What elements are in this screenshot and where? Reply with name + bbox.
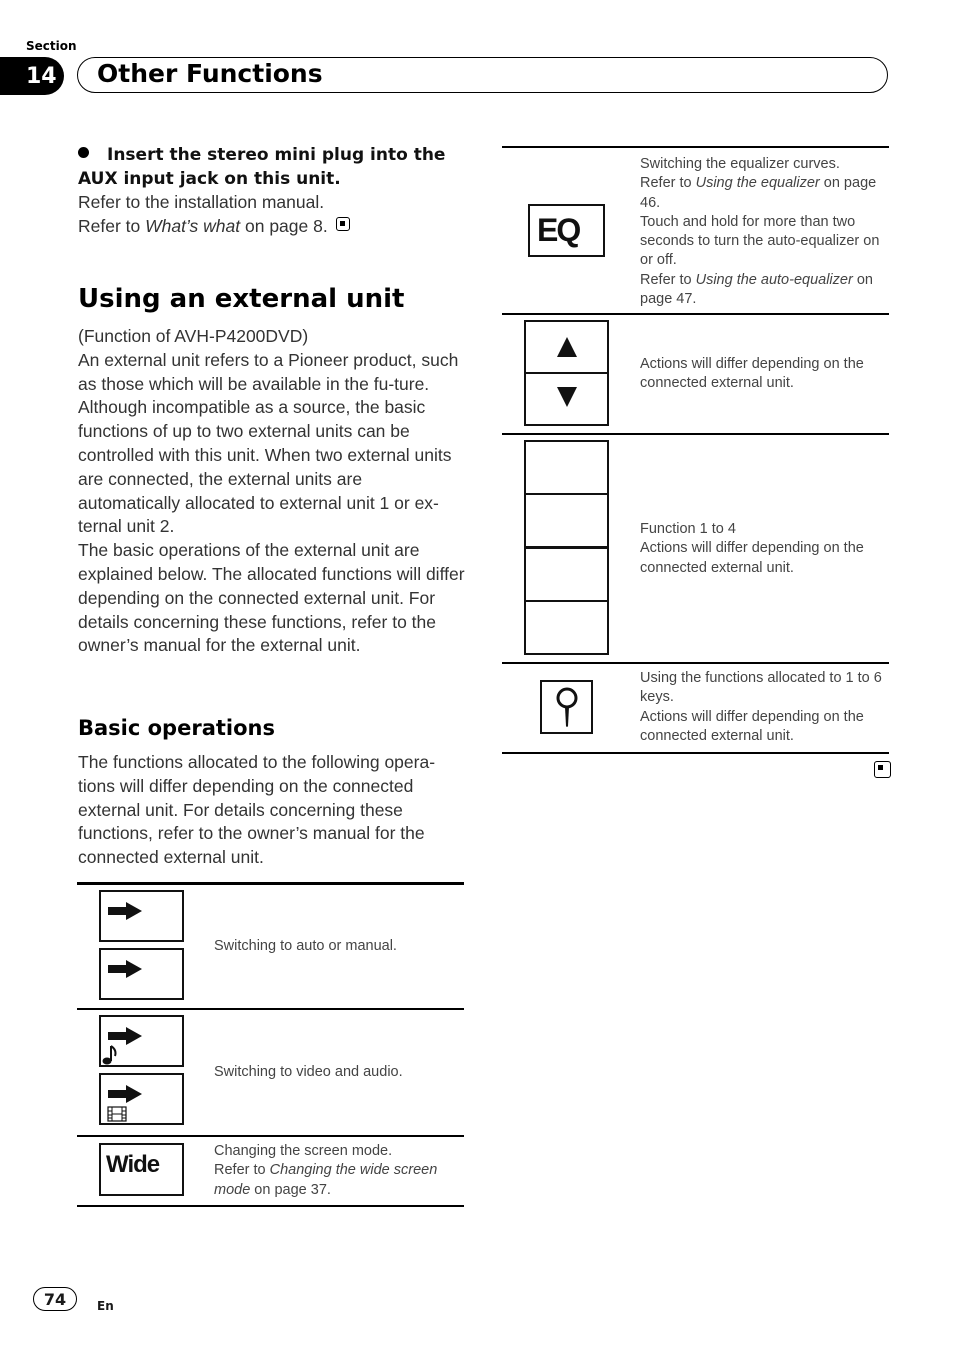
paragraph-2: The basic operations of the external uni… [78, 540, 465, 656]
left-operations-table: Switching to auto or manual. Switching t… [77, 882, 464, 1207]
intro-notes: Refer to the installation manual. Refer … [78, 191, 468, 239]
section-body: (Function of AVH-P4200DVD) An external u… [78, 325, 468, 658]
arrow-right-icon [108, 1027, 142, 1045]
paragraph-1: An external unit refers to a Pioneer pro… [78, 349, 459, 537]
row-description: Function 1 to 4 Actions will differ depe… [640, 521, 864, 576]
table-row: Switching to video and audio. [77, 1010, 464, 1137]
end-mark-icon [335, 216, 350, 231]
triangle-down-icon [557, 387, 577, 407]
auto-key[interactable] [99, 890, 184, 942]
page-number: 74 [33, 1287, 77, 1311]
function-2-key[interactable] [524, 493, 609, 548]
bullet-instruction: Insert the stereo mini plug into the AUX… [78, 143, 468, 191]
subsection-heading: Basic operations [78, 716, 275, 740]
eq-key-label: EQ [537, 212, 581, 248]
row-description: Using the functions allocated to 1 to 6 … [640, 670, 882, 744]
equalizer-reference[interactable]: Using the equalizer [696, 175, 820, 191]
table-row: Switching to auto or manual. [77, 885, 464, 1010]
function-4-key[interactable] [524, 600, 609, 655]
section-title: Other Functions [97, 59, 323, 88]
section-heading: Using an external unit [78, 284, 405, 314]
eq-key[interactable]: EQ [528, 204, 605, 257]
table-row: EQ Switching the equalizer curves. Refer… [502, 148, 889, 315]
table-row: Actions will differ depending on the con… [502, 315, 889, 435]
music-note-icon [102, 1045, 117, 1065]
row-description: Changing the screen mode. Refer to Chang… [214, 1143, 438, 1198]
row-description: Switching to auto or manual. [214, 938, 397, 954]
auto-equalizer-reference[interactable]: Using the auto-equalizer [696, 272, 853, 288]
down-key[interactable] [524, 372, 609, 426]
function-1-key[interactable] [524, 440, 609, 495]
video-key[interactable] [99, 1073, 184, 1125]
section-number-badge: 14 [0, 57, 64, 95]
up-key[interactable] [524, 320, 609, 374]
magnifier-icon [556, 687, 578, 727]
function-3-key[interactable] [524, 547, 609, 602]
manual-key[interactable] [99, 948, 184, 1000]
language-label: En [97, 1299, 114, 1313]
arrow-right-icon [108, 1085, 142, 1103]
table-row: Using the functions allocated to 1 to 6 … [502, 664, 889, 754]
intro-line-1: Refer to the installation manual. [78, 192, 325, 212]
wide-key[interactable]: Wide [99, 1143, 184, 1196]
audio-key[interactable] [99, 1015, 184, 1067]
arrow-right-icon [108, 902, 142, 920]
table-row: Wide Changing the screen mode. Refer to … [77, 1137, 464, 1207]
model-note: (Function of AVH-P4200DVD) [78, 326, 309, 346]
right-operations-table: EQ Switching the equalizer curves. Refer… [502, 146, 889, 754]
wide-key-label: Wide [106, 1151, 160, 1178]
row-description: Switching the equalizer curves. Refer to… [640, 156, 880, 308]
end-mark-icon [874, 761, 891, 778]
arrow-right-icon [108, 960, 142, 978]
search-key[interactable] [540, 680, 593, 734]
section-label: Section [26, 39, 77, 53]
row-description: Switching to video and audio. [214, 1064, 403, 1080]
basic-operations-paragraph: The functions allocated to the following… [78, 752, 436, 868]
bullet-icon [78, 147, 89, 158]
row-description: Actions will differ depending on the con… [640, 356, 864, 392]
whats-what-reference[interactable]: What’s what [145, 216, 240, 236]
film-icon [107, 1106, 127, 1122]
table-row: Function 1 to 4 Actions will differ depe… [502, 435, 889, 664]
intro-line-2: Refer to What’s what on page 8. [78, 215, 468, 239]
triangle-up-icon [557, 337, 577, 357]
bullet-instruction-text: Insert the stereo mini plug into the AUX… [78, 145, 446, 189]
